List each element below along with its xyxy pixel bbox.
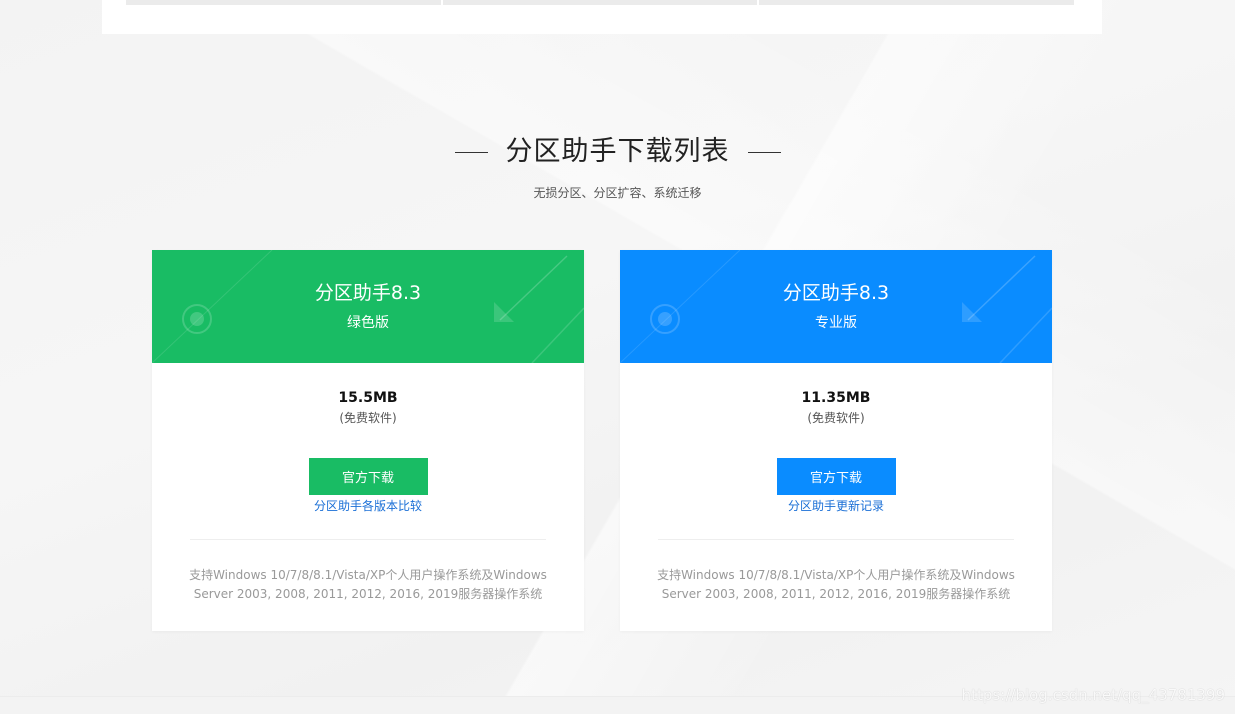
section-title: 分区助手下载列表 [505,136,730,167]
download-card-green: 分区助手8.3 绿色版 15.5MB (免费软件) 官方下载 分区助手各版本比较… [152,250,584,631]
card-divider [658,539,1014,540]
os-support-text: 支持Windows 10/7/8/8.1/Vista/XP个人用户操作系统及Wi… [657,568,1015,601]
card-header: 分区助手8.3 绿色版 [152,250,584,363]
download-card-blue: 分区助手8.3 专业版 11.35MB (免费软件) 官方下载 分区助手更新记录… [620,250,1052,631]
official-download-button[interactable]: 官方下载 [308,458,428,495]
title-rule-right [747,151,781,153]
download-list-header: 分区助手下载列表 无损分区、分区扩容、系统迁移 [0,134,1235,201]
card-divider [190,539,546,540]
title-rule-left [454,151,488,153]
previous-section-bar [126,0,1075,5]
section-subtitle: 无损分区、分区扩容、系统迁移 [533,186,702,200]
card-title: 分区助手8.3 [314,282,422,304]
file-size: 11.35MB [801,390,871,406]
card-header: 分区助手8.3 专业版 [620,250,1052,363]
title-row: 分区助手下载列表 [0,134,1235,170]
card-title: 分区助手8.3 [782,282,890,304]
watermark: https://blog.csdn.net/qq_43781399 [961,686,1225,704]
version-compare-link[interactable]: 分区助手各版本比较 [152,499,584,514]
license-type: (免费软件) [339,411,397,425]
card-edition: 专业版 [815,315,857,331]
card-edition: 绿色版 [347,315,389,331]
license-type: (免费软件) [807,411,865,425]
os-support-text: 支持Windows 10/7/8/8.1/Vista/XP个人用户操作系统及Wi… [189,568,547,601]
official-download-button[interactable]: 官方下载 [776,458,896,495]
file-size: 15.5MB [338,390,398,406]
previous-section-panel [102,0,1102,34]
update-log-link[interactable]: 分区助手更新记录 [620,499,1052,514]
